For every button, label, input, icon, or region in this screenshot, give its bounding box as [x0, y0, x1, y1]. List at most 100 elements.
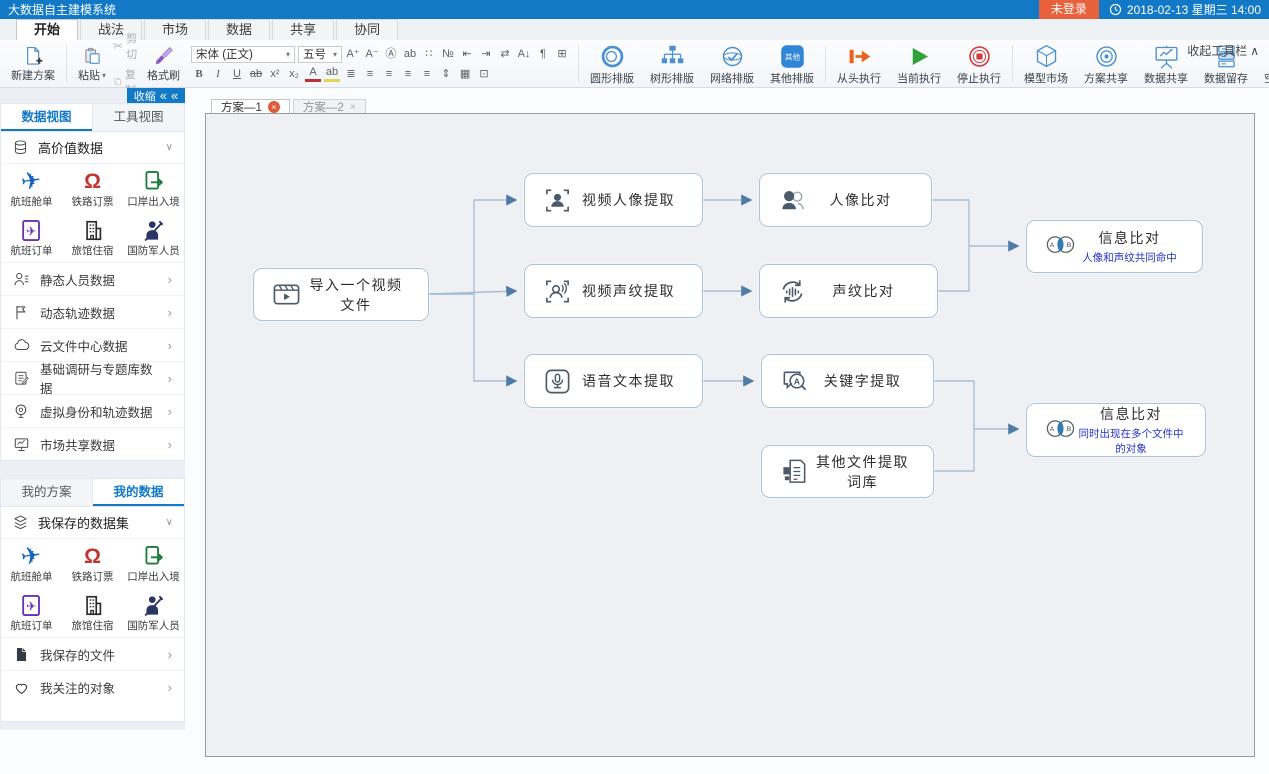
circle-layout-icon: [599, 43, 626, 70]
data-item-data-view-5[interactable]: 国防军人员: [123, 213, 184, 262]
network-layout-button[interactable]: 网络排版: [703, 40, 761, 88]
ribbon-tab-0[interactable]: 开始: [16, 19, 78, 40]
section-header-data-view[interactable]: 高价值数据∨: [1, 132, 184, 164]
sidebar-row-data-view-0[interactable]: 静态人员数据›: [1, 262, 184, 295]
canvas-tab-0[interactable]: 方案—1×: [211, 99, 290, 114]
flow-node-video-voiceprint-extract[interactable]: 视频声纹提取: [524, 264, 703, 318]
data-item-my-data-5[interactable]: 国防军人员: [123, 588, 184, 637]
sidebar-row-data-view-2[interactable]: 云文件中心数据›: [1, 328, 184, 361]
highlight-button[interactable]: ab: [324, 66, 340, 82]
data-item-data-view-0[interactable]: ✈航班舱单: [1, 164, 62, 213]
sidebar-collapse-button[interactable]: 收缩 ««: [127, 88, 185, 103]
ribbon-tab-2[interactable]: 市场: [144, 19, 206, 40]
data-item-data-view-4[interactable]: 旅馆住宿: [62, 213, 123, 262]
line-spacing-button[interactable]: ⇕: [438, 66, 454, 82]
table-button[interactable]: ⊞: [554, 46, 570, 62]
run-start-button[interactable]: 从头执行: [830, 40, 888, 88]
sidebar-row-label: 我保存的文件: [40, 645, 115, 664]
flow-node-import-video[interactable]: 导入一个视频文件: [253, 268, 429, 321]
font-size-select[interactable]: 五号▾: [298, 46, 342, 63]
ribbon-tab-4[interactable]: 共享: [272, 19, 334, 40]
login-status-badge[interactable]: 未登录: [1039, 0, 1099, 19]
char-border-button[interactable]: ab: [402, 46, 418, 62]
close-tab-icon[interactable]: ×: [350, 102, 356, 113]
italic-button[interactable]: I: [210, 66, 226, 82]
font-name-select[interactable]: 宋体 (正文)▾: [191, 46, 295, 63]
ribbon-tab-3[interactable]: 数据: [208, 19, 270, 40]
grow-font-button[interactable]: A⁺: [345, 46, 361, 62]
data-item-label: 航班舱单: [11, 194, 53, 209]
align-right-button[interactable]: ≡: [400, 66, 416, 82]
align-left-button[interactable]: ≡: [362, 66, 378, 82]
tree-layout-button[interactable]: 树形排版: [643, 40, 701, 88]
data-item-my-data-1[interactable]: Ω铁路订票: [62, 539, 123, 588]
format-painter-button[interactable]: 格式刷: [140, 42, 187, 85]
stop-button[interactable]: 停止执行: [950, 40, 1008, 88]
data-item-data-view-3[interactable]: ✈航班订单: [1, 213, 62, 262]
strikethrough-button[interactable]: ab: [248, 66, 264, 82]
data-item-data-view-1[interactable]: Ω铁路订票: [62, 164, 123, 213]
char-shading-button[interactable]: ≣: [343, 66, 359, 82]
data-item-my-data-2[interactable]: 口岸出入境: [123, 539, 184, 588]
new-plan-button[interactable]: 新建方案: [4, 42, 62, 85]
sidebar-tab-data-view-1[interactable]: 工具视图: [93, 104, 184, 131]
flow-node-info-compare-1[interactable]: AB信息比对人像和声纹共同命中: [1026, 220, 1203, 273]
circle-layout-label: 圆形排版: [590, 70, 634, 86]
close-tab-icon[interactable]: ×: [268, 101, 280, 113]
flow-node-info-compare-2[interactable]: AB信息比对同时出现在多个文件中的对象: [1026, 403, 1206, 457]
borders-button[interactable]: ⊡: [476, 66, 492, 82]
run-current-button[interactable]: 当前执行: [890, 40, 948, 88]
font-group: 宋体 (正文)▾ 五号▾ A⁺A⁻Ⓐab∷№⇤⇥⇄A↓¶⊞ BIUabx²x₂A…: [187, 42, 574, 85]
canvas-tab-1[interactable]: 方案—2×: [293, 99, 366, 114]
align-center-button[interactable]: ≡: [381, 66, 397, 82]
data-retention-label: 数据留存: [1204, 70, 1248, 86]
phonetic-guide-button[interactable]: Ⓐ: [383, 46, 399, 62]
paragraph-marks-button[interactable]: ¶: [535, 46, 551, 62]
stop-label: 停止执行: [957, 70, 1001, 86]
sidebar-row-my-data-1[interactable]: 我关注的对象›: [1, 670, 184, 703]
circle-layout-button[interactable]: 圆形排版: [583, 40, 641, 88]
cut-button[interactable]: ✂ 剪切: [113, 30, 140, 62]
bold-button[interactable]: B: [191, 66, 207, 82]
data-item-my-data-3[interactable]: ✈航班订单: [1, 588, 62, 637]
flow-node-voiceprint-compare[interactable]: 声纹比对: [759, 264, 938, 318]
outdent-button[interactable]: ⇤: [459, 46, 475, 62]
data-item-my-data-4[interactable]: 旅馆住宿: [62, 588, 123, 637]
flow-node-keyword-extract[interactable]: A关键字提取: [761, 354, 934, 408]
shading-button[interactable]: ▦: [457, 66, 473, 82]
superscript-button[interactable]: x²: [267, 66, 283, 82]
collapse-toolbar-link[interactable]: 收起工具栏 ∧: [1187, 42, 1259, 59]
sidebar-tab-my-data-1[interactable]: 我的数据: [93, 479, 184, 506]
justify-button[interactable]: ≡: [419, 66, 435, 82]
sidebar-row-data-view-1[interactable]: 动态轨迹数据›: [1, 295, 184, 328]
sidebar-row-data-view-3[interactable]: 基础调研与专题库数据›: [1, 361, 184, 394]
flow-node-other-file-lexicon[interactable]: 其他文件提取词库: [761, 445, 934, 498]
paste-button[interactable]: 粘贴▾: [71, 42, 113, 85]
data-item-my-data-0[interactable]: ✈航班舱单: [1, 539, 62, 588]
data-grid: ✈航班舱单Ω铁路订票口岸出入境 ✈航班订单旅馆住宿国防军人员: [1, 164, 184, 262]
ribbon-tab-5[interactable]: 协同: [336, 19, 398, 40]
underline-button[interactable]: U: [229, 66, 245, 82]
flow-canvas[interactable]: 导入一个视频文件 视频人像提取 人像比对视频声纹提取 声纹比对语音文本提取 A关键字提取…: [205, 113, 1255, 757]
subscript-button[interactable]: x₂: [286, 66, 302, 82]
sidebar-row-data-view-4[interactable]: 虚拟身份和轨迹数据›: [1, 394, 184, 427]
other-layout-button[interactable]: 其他其他排版: [763, 40, 821, 88]
sidebar-tab-data-view-0[interactable]: 数据视图: [1, 104, 93, 131]
text-direction-button[interactable]: ⇄: [497, 46, 513, 62]
sidebar-tab-my-data-0[interactable]: 我的方案: [1, 479, 93, 506]
plan-share-button[interactable]: 方案共享: [1077, 40, 1135, 88]
model-market-button[interactable]: 模型市场: [1017, 40, 1075, 88]
sort-button[interactable]: A↓: [516, 46, 532, 62]
font-color-button[interactable]: A: [305, 66, 321, 82]
flow-node-video-face-extract[interactable]: 视频人像提取: [524, 173, 703, 227]
sidebar-row-data-view-5[interactable]: 市场共享数据›: [1, 427, 184, 460]
flow-node-speech-text-extract[interactable]: 语音文本提取: [524, 354, 703, 408]
shrink-font-button[interactable]: A⁻: [364, 46, 380, 62]
sidebar-row-my-data-0[interactable]: 我保存的文件›: [1, 637, 184, 670]
bullet-list-button[interactable]: ∷: [421, 46, 437, 62]
number-list-button[interactable]: №: [440, 46, 456, 62]
flow-node-face-compare[interactable]: 人像比对: [759, 173, 932, 227]
data-item-data-view-2[interactable]: 口岸出入境: [123, 164, 184, 213]
section-header-my-data[interactable]: 我保存的数据集∨: [1, 507, 184, 539]
indent-button[interactable]: ⇥: [478, 46, 494, 62]
